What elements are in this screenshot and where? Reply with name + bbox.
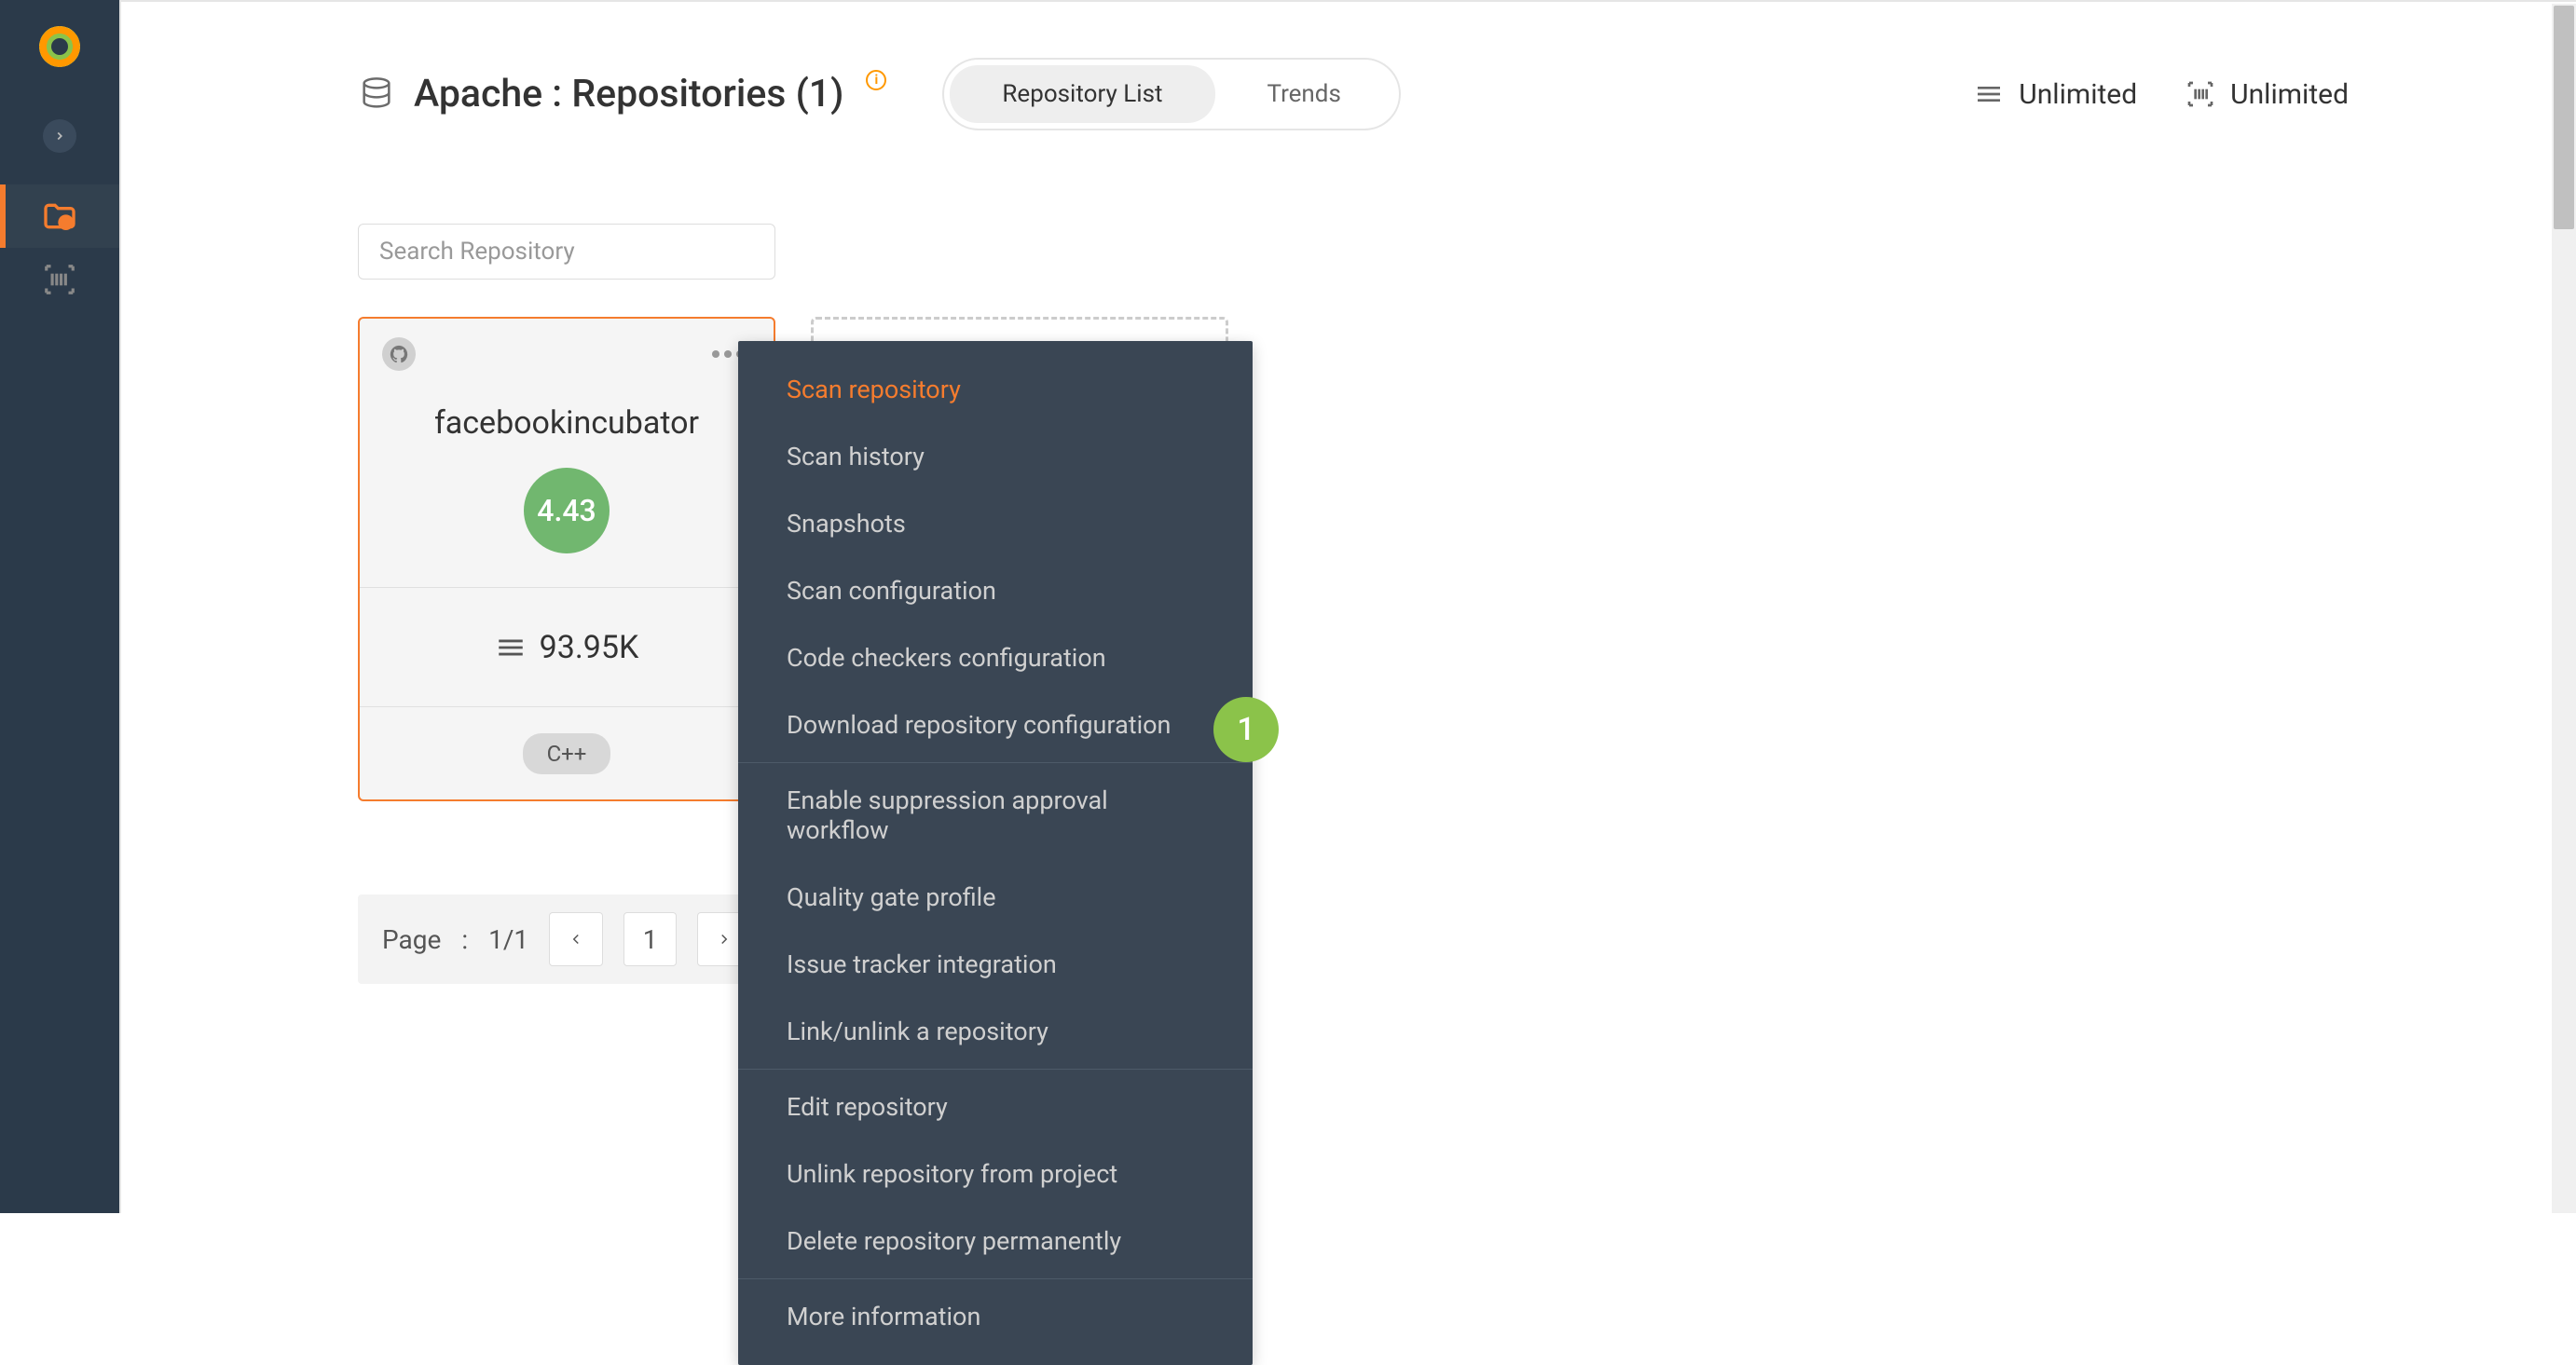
search-wrap [358, 224, 2576, 280]
sidebar-expand-button[interactable] [43, 119, 76, 153]
search-input[interactable] [358, 224, 775, 280]
main-content: Apache : Repositories (1) i Repository L… [119, 0, 2576, 1213]
database-icon [358, 75, 395, 113]
sidebar-item-scans[interactable] [0, 248, 119, 311]
sidebar: P [0, 0, 119, 1213]
menu-scan-repository[interactable]: Scan repository [738, 356, 1253, 423]
repo-metric: 93.95K [360, 587, 774, 706]
menu-divider [738, 762, 1253, 763]
sidebar-item-projects[interactable]: P [0, 184, 119, 248]
svg-text:P: P [62, 217, 70, 230]
lines-icon [495, 632, 527, 663]
tab-trends[interactable]: Trends [1215, 65, 1393, 123]
menu-code-checkers-configuration[interactable]: Code checkers configuration [738, 624, 1253, 691]
menu-scan-configuration[interactable]: Scan configuration [738, 557, 1253, 624]
menu-delete-repository[interactable]: Delete repository permanently [738, 1208, 1253, 1275]
repo-card[interactable]: facebookincubator 4.43 93.95K C++ [358, 317, 775, 801]
repo-context-menu: Scan repository Scan history Snapshots S… [738, 341, 1253, 1365]
header-right: Unlimited Unlimited [1974, 78, 2349, 111]
chevron-left-icon [568, 931, 584, 948]
menu-link-unlink-repository[interactable]: Link/unlink a repository [738, 998, 1253, 1065]
chevron-right-icon [716, 931, 733, 948]
view-tabs: Repository List Trends [942, 58, 1400, 130]
repo-metric-value: 93.95K [540, 629, 639, 666]
menu-download-repo-configuration[interactable]: Download repository configuration [738, 691, 1253, 758]
menu-scan-history[interactable]: Scan history [738, 423, 1253, 490]
tab-repository-list[interactable]: Repository List [950, 65, 1214, 123]
menu-divider [738, 1278, 1253, 1279]
page-title: Apache : Repositories (1) [414, 72, 843, 116]
lines-quota-label: Unlimited [2019, 78, 2137, 111]
page-current[interactable]: 1 [623, 912, 678, 966]
repo-lang-chip: C++ [523, 733, 611, 774]
github-icon [382, 337, 416, 371]
page-header: Apache : Repositories (1) i Repository L… [121, 2, 2576, 130]
menu-issue-tracker-integration[interactable]: Issue tracker integration [738, 931, 1253, 998]
chevron-right-icon [53, 130, 66, 143]
scrollbar-track[interactable] [2552, 4, 2576, 1213]
scans-quota-label: Unlimited [2230, 78, 2349, 111]
title-wrap: Apache : Repositories (1) i [358, 72, 886, 116]
menu-more-information[interactable]: More information [738, 1283, 1253, 1350]
barcode-icon [42, 262, 77, 297]
info-icon[interactable]: i [866, 70, 886, 90]
menu-quality-gate-profile[interactable]: Quality gate profile [738, 864, 1253, 931]
lines-icon [1974, 79, 2004, 109]
menu-unlink-repository[interactable]: Unlink repository from project [738, 1140, 1253, 1208]
folder-icon: P [41, 198, 78, 235]
repo-cards: facebookincubator 4.43 93.95K C++ [358, 317, 2576, 801]
menu-edit-repository[interactable]: Edit repository [738, 1073, 1253, 1140]
lines-quota: Unlimited [1974, 78, 2137, 111]
github-logo-icon [389, 344, 409, 364]
card-head [360, 319, 774, 371]
menu-enable-suppression-workflow[interactable]: Enable suppression approval workflow [738, 767, 1253, 864]
scrollbar-thumb[interactable] [2554, 6, 2574, 229]
pagination: Page : 1/1 1 [358, 894, 775, 984]
scans-quota: Unlimited [2185, 78, 2349, 111]
page-sep: : [461, 924, 468, 955]
repo-lang-row: C++ [360, 706, 774, 799]
page-prev-button[interactable] [549, 912, 603, 966]
menu-divider [738, 1069, 1253, 1070]
repo-score-badge: 4.43 [524, 468, 610, 553]
app-logo [39, 26, 80, 67]
page-label: Page [382, 924, 441, 955]
barcode-icon [2185, 79, 2215, 109]
page-range: 1/1 [488, 924, 528, 955]
repo-name: facebookincubator [360, 404, 774, 442]
step-badge: 1 [1213, 697, 1279, 762]
menu-snapshots[interactable]: Snapshots [738, 490, 1253, 557]
